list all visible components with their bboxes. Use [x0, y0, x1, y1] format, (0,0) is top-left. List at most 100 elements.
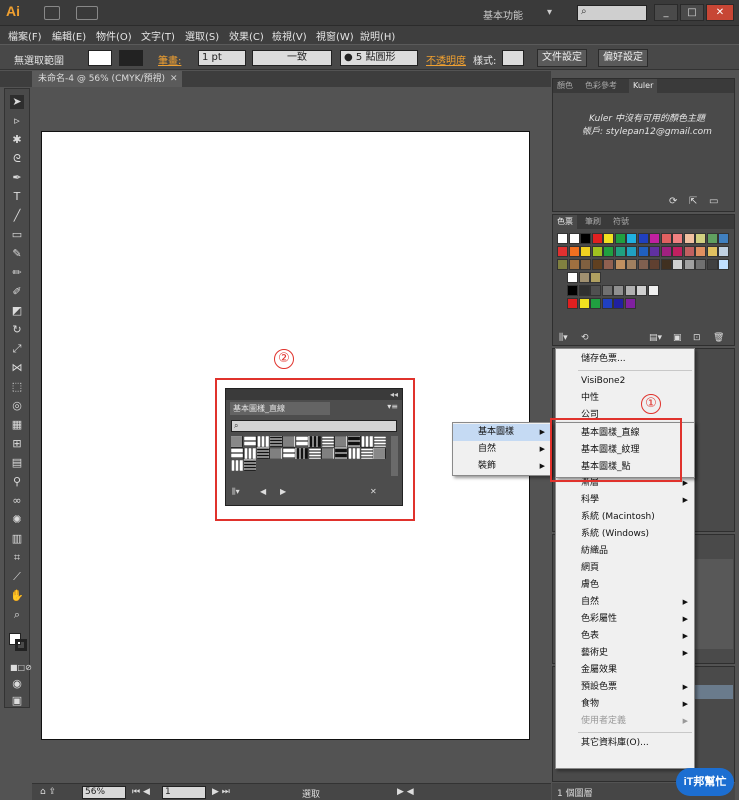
document-tab[interactable]: 未命名-4 @ 56% (CMYK/預視) [32, 71, 182, 87]
scale-tool-icon[interactable]: ⤢ [10, 342, 24, 356]
arrange-documents-icon[interactable] [76, 6, 98, 20]
swatch[interactable] [568, 246, 580, 257]
swatch[interactable] [695, 233, 706, 244]
swatch[interactable] [614, 246, 626, 257]
library-menu-item[interactable]: 色表 ▶ [556, 628, 694, 645]
color-mode-icons[interactable]: ■□⊘ [10, 661, 32, 675]
swatch[interactable] [649, 246, 660, 257]
page-field[interactable]: 1 [162, 786, 206, 799]
swatch-grid[interactable] [557, 233, 733, 311]
search-input[interactable]: ⌕ [577, 5, 647, 21]
swatch[interactable] [624, 298, 636, 309]
blend-tool-icon[interactable]: ∞ [10, 494, 24, 508]
rotate-tool-icon[interactable]: ↻ [10, 323, 24, 337]
swatch[interactable] [683, 246, 695, 257]
tab-color-guide[interactable]: 色彩參考 [581, 79, 621, 93]
perspective-grid-icon[interactable]: ▦ [10, 418, 24, 432]
library-menu-item[interactable]: 網頁 [556, 560, 694, 577]
swatch[interactable] [718, 233, 729, 244]
new-swatch-icon[interactable]: ⊡ [693, 333, 701, 343]
library-menu-item[interactable]: 藝術史 ▶ [556, 645, 694, 662]
swatch[interactable] [626, 233, 637, 244]
swatch[interactable] [557, 233, 568, 244]
library-menu-item[interactable]: VisiBone2 [556, 373, 694, 390]
direct-selection-tool-icon[interactable]: ▹ [10, 114, 24, 128]
swatch[interactable] [672, 259, 683, 270]
swatch[interactable] [591, 259, 603, 270]
swatch[interactable] [613, 285, 624, 296]
stroke-style-select[interactable]: 一致 [252, 50, 332, 66]
swatch[interactable] [683, 233, 695, 244]
type-tool-icon[interactable]: T [10, 190, 24, 204]
symbol-sprayer-icon[interactable]: ✺ [10, 513, 24, 527]
shape-builder-icon[interactable]: ◎ [10, 399, 24, 413]
library-tab[interactable]: 基本圖樣_直線 [230, 402, 330, 415]
library-menu-item[interactable]: 膚色 [556, 577, 694, 594]
bridge-icon[interactable] [44, 6, 60, 20]
swatch[interactable] [647, 285, 659, 296]
tab-kuler[interactable]: Kuler [629, 79, 658, 93]
zoom-tool-icon[interactable]: ⌕ [10, 608, 24, 622]
new-color-group-icon[interactable]: ▣ [673, 333, 682, 343]
opacity-label[interactable]: 不透明度 [426, 52, 466, 67]
menu-help[interactable]: 說明(H) [360, 28, 395, 43]
next-page-icon[interactable]: ▶ ⏭ [212, 787, 230, 797]
swatch[interactable] [603, 246, 614, 257]
library-menu-item[interactable]: 預設色票 ▶ [556, 679, 694, 696]
swatch[interactable] [568, 233, 580, 244]
swatch[interactable] [567, 285, 578, 296]
pattern-swatches[interactable] [231, 436, 391, 474]
swatch[interactable] [660, 246, 672, 257]
library-scrollbar[interactable] [391, 436, 398, 476]
preferences-button[interactable]: 偏好設定 [598, 49, 648, 67]
tab-symbols[interactable]: 符號 [609, 215, 633, 229]
swatch[interactable] [706, 259, 718, 270]
swatch[interactable] [637, 246, 649, 257]
draw-mode-icon[interactable]: ◉ [10, 677, 24, 691]
swatch[interactable] [590, 272, 601, 283]
swatch[interactable] [695, 246, 706, 257]
close-button[interactable]: ✕ [706, 4, 734, 21]
swatch[interactable] [636, 285, 647, 296]
pencil-icon[interactable]: ✏ [10, 266, 24, 280]
swatch[interactable] [601, 285, 613, 296]
menu-file[interactable]: 檔案(F) [8, 28, 42, 43]
menu-view[interactable]: 檢視(V) [272, 28, 307, 43]
swatch[interactable] [637, 259, 649, 270]
brush-select[interactable]: ● 5 點圓形 [340, 50, 418, 66]
swatch-library-menu-icon[interactable]: ⫼▾ [559, 333, 568, 343]
chevron-down-icon[interactable]: ▾ [547, 7, 552, 18]
library-menu-icon[interactable]: ⫼▾ [232, 487, 240, 497]
stroke-swatch[interactable] [119, 50, 143, 66]
library-menu-item[interactable]: 系統 (Windows) [556, 526, 694, 543]
swatch[interactable] [591, 246, 603, 257]
hand-tool-icon[interactable]: ✋ [10, 589, 24, 603]
line-tool-icon[interactable]: ╱ [10, 209, 24, 223]
next-library-icon[interactable]: ▶ [280, 487, 286, 496]
library-menu-item[interactable]: 中性 [556, 390, 694, 407]
library-menu-item[interactable]: 儲存色票... [556, 351, 694, 368]
library-menu-item[interactable]: 紡織品 [556, 543, 694, 560]
library-menu-item[interactable]: 食物 ▶ [556, 696, 694, 713]
library-close-icon[interactable]: ✕ [370, 487, 377, 496]
swatch[interactable] [649, 259, 660, 270]
blob-brush-icon[interactable]: ✐ [10, 285, 24, 299]
mesh-tool-icon[interactable]: ⊞ [10, 437, 24, 451]
screen-mode-icon[interactable]: ▣ [10, 694, 24, 708]
swatch[interactable] [591, 233, 603, 244]
swatch[interactable] [649, 233, 660, 244]
tab-color[interactable]: 顏色 [553, 79, 577, 93]
workspace-switcher[interactable]: 基本功能 [483, 7, 523, 22]
stroke-weight-field[interactable]: 1 pt [198, 50, 246, 66]
close-icon[interactable]: ✕ [170, 71, 178, 87]
pen-tool-icon[interactable]: ✒ [10, 171, 24, 185]
swatch[interactable] [660, 259, 672, 270]
swatch[interactable] [580, 233, 591, 244]
refresh-icon[interactable]: ⟳ [669, 196, 677, 207]
fill-swatch[interactable] [88, 50, 112, 66]
swatch[interactable] [624, 285, 636, 296]
magic-wand-icon[interactable]: ✱ [10, 133, 24, 147]
menu-select[interactable]: 選取(S) [185, 28, 219, 43]
library-menu-item[interactable]: 系統 (Macintosh) [556, 509, 694, 526]
swatch[interactable] [568, 259, 580, 270]
